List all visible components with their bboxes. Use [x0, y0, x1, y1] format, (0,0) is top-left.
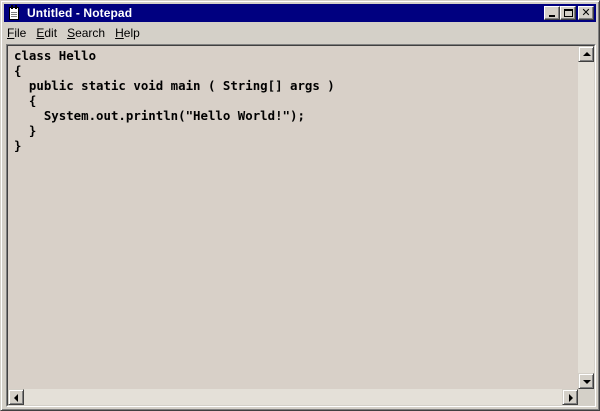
text-editor[interactable]: class Hello { public static void main ( …: [8, 46, 578, 389]
horizontal-scrollbar[interactable]: [8, 389, 578, 405]
close-icon: ✕: [581, 6, 591, 19]
close-button[interactable]: ✕: [578, 6, 594, 20]
scroll-down-button[interactable]: [578, 373, 594, 389]
up-arrow-icon: [583, 52, 591, 56]
menu-help[interactable]: Help: [110, 24, 145, 42]
left-arrow-icon: [14, 394, 18, 402]
minimize-button[interactable]: [544, 6, 560, 20]
right-arrow-icon: [569, 394, 573, 402]
minimize-icon: [549, 15, 555, 17]
down-arrow-icon: [583, 380, 591, 384]
title-bar[interactable]: Untitled - Notepad ✕: [4, 4, 596, 22]
menu-file[interactable]: File: [4, 24, 31, 42]
notepad-window: Untitled - Notepad ✕ File Edit Search He…: [0, 0, 600, 411]
edit-area-frame: class Hello { public static void main ( …: [6, 44, 596, 407]
scroll-left-button[interactable]: [8, 389, 24, 405]
menu-search[interactable]: Search: [62, 24, 110, 42]
window-title: Untitled - Notepad: [27, 6, 133, 20]
scroll-right-button[interactable]: [562, 389, 578, 405]
notepad-icon[interactable]: [6, 5, 22, 21]
menu-edit[interactable]: Edit: [31, 24, 62, 42]
vertical-scrollbar[interactable]: [578, 46, 594, 389]
scrollbar-corner: [578, 389, 594, 405]
maximize-icon: [564, 9, 573, 17]
menu-bar: File Edit Search Help: [4, 24, 596, 42]
scroll-up-button[interactable]: [578, 46, 594, 62]
maximize-button[interactable]: [560, 6, 576, 20]
